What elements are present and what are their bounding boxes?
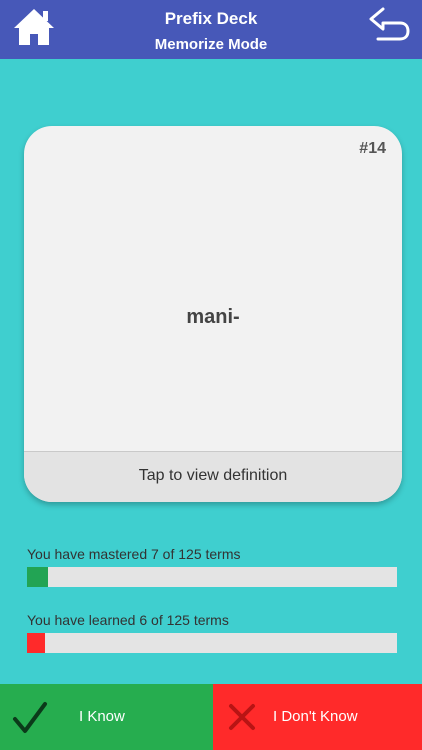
i-dont-know-button[interactable]: I Don't Know (213, 684, 422, 750)
back-arrow-icon (369, 7, 410, 41)
checkmark-icon (13, 702, 47, 733)
i-know-button[interactable]: I Know (0, 684, 213, 750)
mode-subtitle: Memorize Mode (154, 36, 268, 53)
learned-progress-bar (27, 633, 397, 653)
mastered-progress-bar (27, 567, 397, 587)
mastered-label: You have mastered 7 of 125 terms (27, 546, 241, 562)
i-know-label: I Know (79, 708, 125, 725)
flashcard[interactable]: #14 mani- Tap to view definition (24, 126, 402, 502)
card-term: mani- (186, 306, 240, 328)
mastered-progress-fill (27, 567, 48, 587)
view-definition-button[interactable]: Tap to view definition (24, 451, 402, 502)
i-dont-know-label: I Don't Know (273, 708, 358, 725)
x-icon (229, 704, 255, 730)
learned-label: You have learned 6 of 125 terms (27, 612, 229, 628)
card-number: #14 (359, 140, 386, 157)
deck-title: Prefix Deck (164, 9, 258, 28)
back-button[interactable] (368, 6, 414, 44)
learned-progress-fill (27, 633, 45, 653)
app-header: Prefix Deck Memorize Mode (0, 0, 422, 59)
